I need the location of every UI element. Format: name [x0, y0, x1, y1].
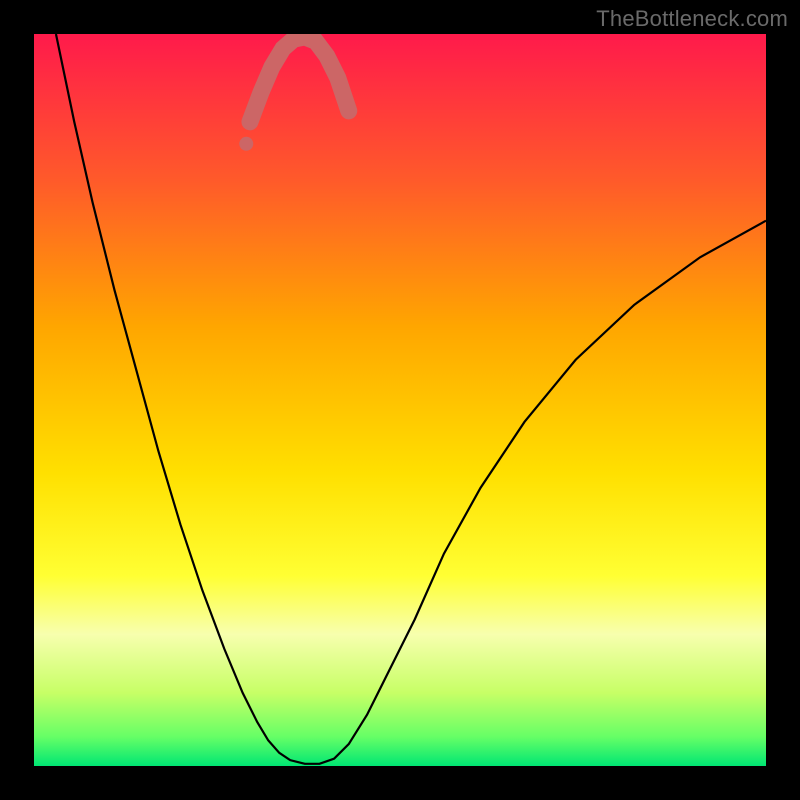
watermark-text: TheBottleneck.com — [596, 6, 788, 32]
plot-area — [34, 34, 766, 766]
optimal-dot-marker — [239, 137, 253, 151]
curve-layer — [34, 34, 766, 766]
bottleneck-curve — [56, 34, 766, 764]
chart-frame: TheBottleneck.com — [0, 0, 800, 800]
optimal-range-marker — [250, 37, 349, 122]
